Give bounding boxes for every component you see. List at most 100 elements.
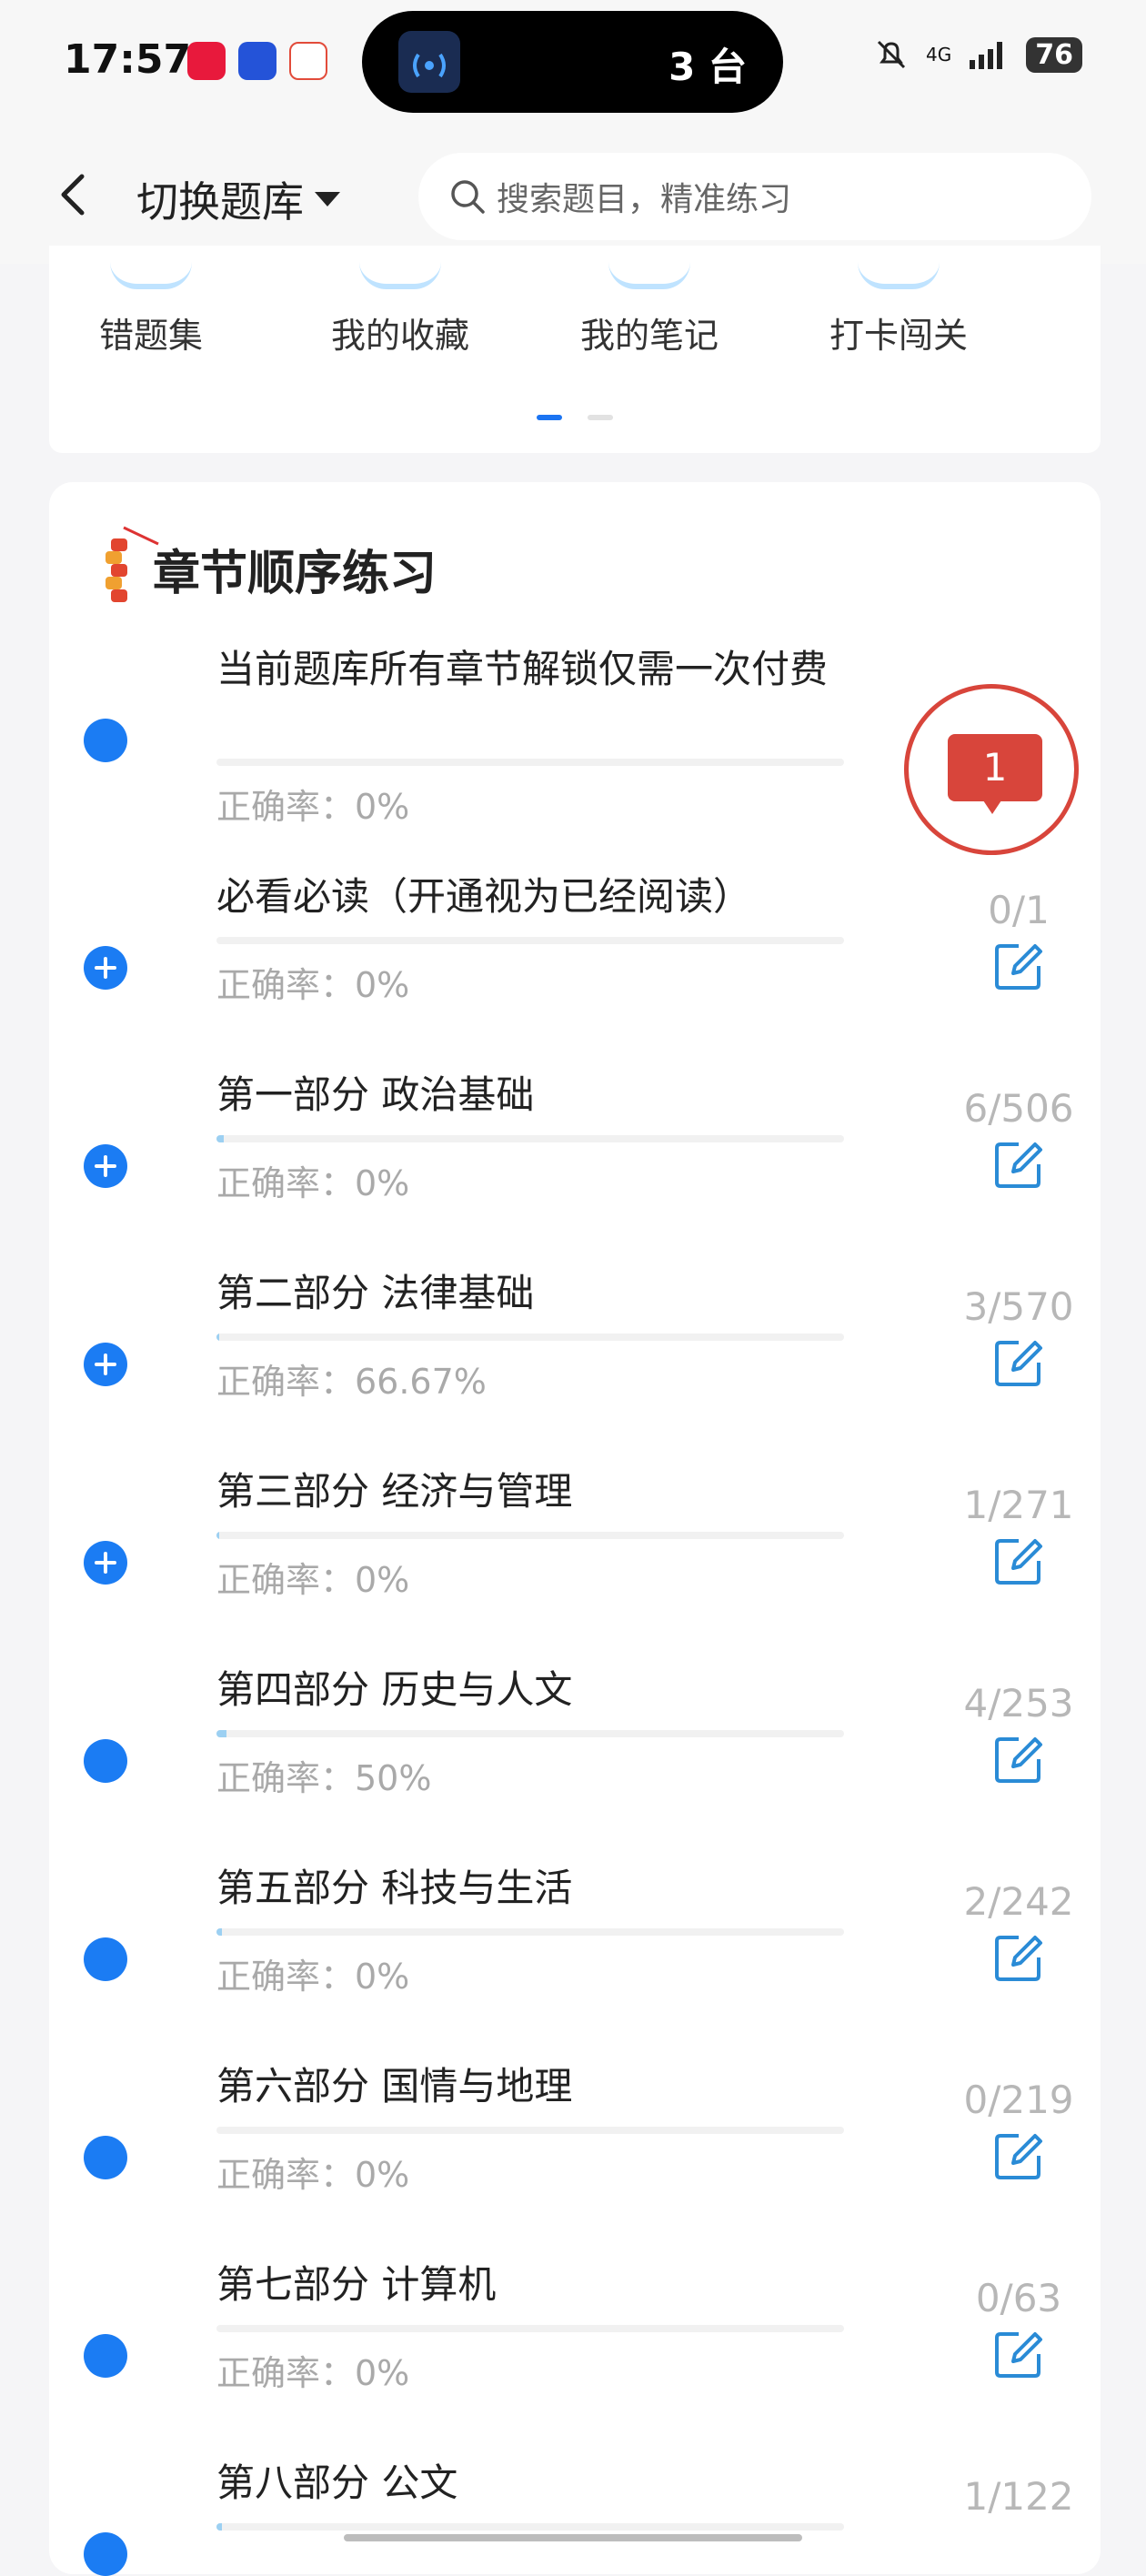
- chapter-title: 第七部分 计算机: [216, 2262, 497, 2307]
- xiaohongshu-icon: [187, 42, 226, 80]
- search-input[interactable]: 搜索题目，精准练习: [418, 153, 1091, 240]
- chapter-count: 0/219: [963, 2078, 1074, 2122]
- chapter-progress-fill: [216, 2523, 222, 2531]
- chapter-progress-fill: [216, 1730, 227, 1737]
- chapter-progress-bar: [216, 2127, 844, 2134]
- notes-icon: [608, 262, 690, 289]
- chapter-dot-icon: [84, 2136, 127, 2179]
- edit-icon[interactable]: [991, 2128, 1046, 2183]
- island-text: 3 台: [668, 45, 747, 89]
- tool-label: 打卡闯关: [829, 316, 968, 356]
- chapter-dot-icon: [84, 2532, 127, 2576]
- chapter-title: 第六部分 国情与地理: [216, 2064, 573, 2108]
- chapter-accuracy: 正确率：0%: [216, 1957, 410, 1997]
- chapter-progress-fill: [216, 1532, 219, 1539]
- chapter-count: 4/253: [963, 1681, 1074, 1726]
- expand-plus-icon[interactable]: [84, 1343, 127, 1386]
- message-bubble[interactable]: 1: [904, 684, 1079, 855]
- tool-wrong-questions[interactable]: 错题集: [51, 246, 251, 357]
- dropdown-caret-icon: [315, 192, 340, 206]
- chapter-count: 3/570: [963, 1284, 1074, 1329]
- switch-bank-label: 切换题库: [136, 177, 304, 226]
- tool-label: 我的笔记: [579, 316, 719, 356]
- chapter-progress-fill: [216, 1928, 222, 1936]
- search-icon: [451, 180, 485, 214]
- broadcast-icon: [398, 31, 460, 93]
- tool-label: 错题集: [98, 316, 203, 356]
- expand-plus-icon[interactable]: [84, 1541, 127, 1585]
- edit-icon[interactable]: [991, 1930, 1046, 1985]
- switch-bank-button[interactable]: 切换题库: [136, 169, 340, 229]
- wrong-questions-icon: [110, 262, 192, 289]
- chapter-title: 第二部分 法律基础: [216, 1271, 535, 1315]
- edit-icon[interactable]: [991, 1335, 1046, 1390]
- chapter-progress-fill: [216, 1135, 225, 1142]
- network-type: 4G: [926, 44, 952, 65]
- favorites-icon: [359, 262, 441, 289]
- edit-icon[interactable]: [991, 2327, 1046, 2381]
- chapter-accuracy: 正确率：0%: [216, 787, 410, 827]
- chapter-count: 1/122: [963, 2474, 1074, 2519]
- chapter-accuracy: 正确率：0%: [216, 965, 410, 1005]
- tool-label: 我的收藏: [330, 316, 469, 356]
- chapter-accuracy: 正确率：0%: [216, 2353, 410, 2393]
- chapter-count: 0/1: [988, 888, 1050, 932]
- chapter-count: 0/63: [975, 2276, 1062, 2320]
- tool-checkin[interactable]: 打卡闯关: [799, 246, 999, 357]
- chapter-dot-icon: [84, 719, 127, 762]
- chapter-progress-bar: [216, 2523, 844, 2531]
- edit-icon[interactable]: [991, 939, 1046, 993]
- expand-plus-icon[interactable]: [84, 1144, 127, 1188]
- dynamic-island[interactable]: 3 台: [362, 11, 783, 113]
- edit-icon[interactable]: [991, 1732, 1046, 1786]
- section-title: 章节顺序练习: [153, 547, 437, 601]
- page-indicator: [588, 415, 613, 420]
- chapter-accuracy: 正确率：0%: [216, 1163, 410, 1203]
- chapter-progress-bar: [216, 1928, 844, 1936]
- chapter-progress-bar: [216, 1135, 844, 1142]
- edit-icon[interactable]: [991, 1534, 1046, 1588]
- chapter-accuracy: 正确率：50%: [216, 1758, 432, 1798]
- chapter-accuracy: 正确率：0%: [216, 1560, 410, 1600]
- triangle-app-icon: [289, 42, 327, 80]
- chapter-title: 当前题库所有章节解锁仅需一次付费: [216, 647, 829, 691]
- status-time: 17:57: [64, 36, 192, 83]
- home-indicator[interactable]: [344, 2534, 802, 2541]
- chapter-progress-bar: [216, 1730, 844, 1737]
- bell-muted-icon: [877, 40, 906, 69]
- chat-icon-tail: [981, 798, 1003, 814]
- chapter-count: 1/271: [963, 1483, 1074, 1527]
- chapter-count: 2/242: [963, 1879, 1074, 1924]
- chapter-count: 6/506: [963, 1086, 1074, 1131]
- chapter-progress-bar: [216, 1532, 844, 1539]
- edit-icon[interactable]: [991, 1137, 1046, 1192]
- header: 切换题库 搜索题目，精准练习: [0, 127, 1146, 264]
- chapter-accuracy: 正确率：0%: [216, 2155, 410, 2195]
- tool-notes[interactable]: 我的笔记: [549, 246, 749, 357]
- chapter-dot-icon: [84, 1937, 127, 1981]
- chapter-dot-icon: [84, 1739, 127, 1783]
- message-count: 1: [948, 734, 1042, 801]
- chapter-title: 第八部分 公文: [216, 2460, 458, 2505]
- security-app-icon: [238, 42, 276, 80]
- chapter-progress-bar: [216, 937, 844, 944]
- status-indicators: 4G 76: [873, 36, 1082, 73]
- search-placeholder: 搜索题目，精准练习: [497, 181, 792, 218]
- chapter-title: 第四部分 历史与人文: [216, 1667, 573, 1712]
- battery-level: 76: [1026, 36, 1082, 73]
- status-bar: 17:57 3 台 4G 76: [0, 0, 1146, 127]
- chapter-title: 第一部分 政治基础: [216, 1072, 535, 1117]
- signal-icon: [970, 42, 1003, 69]
- checkin-icon: [858, 262, 940, 289]
- back-arrow-icon[interactable]: [51, 167, 96, 222]
- chapter-title: 第三部分 经济与管理: [216, 1469, 573, 1514]
- expand-plus-icon[interactable]: [84, 946, 127, 990]
- chapter-progress-bar: [216, 2325, 844, 2332]
- chapter-progress-bar: [216, 1333, 844, 1341]
- tool-favorites[interactable]: 我的收藏: [300, 246, 500, 357]
- chapter-progress-fill: [216, 1333, 220, 1341]
- chapter-progress-bar: [216, 759, 844, 766]
- page-indicator-active: [537, 415, 562, 420]
- status-app-icons: [187, 42, 327, 80]
- chapter-title: 必看必读（开通视为已经阅读）: [216, 874, 752, 919]
